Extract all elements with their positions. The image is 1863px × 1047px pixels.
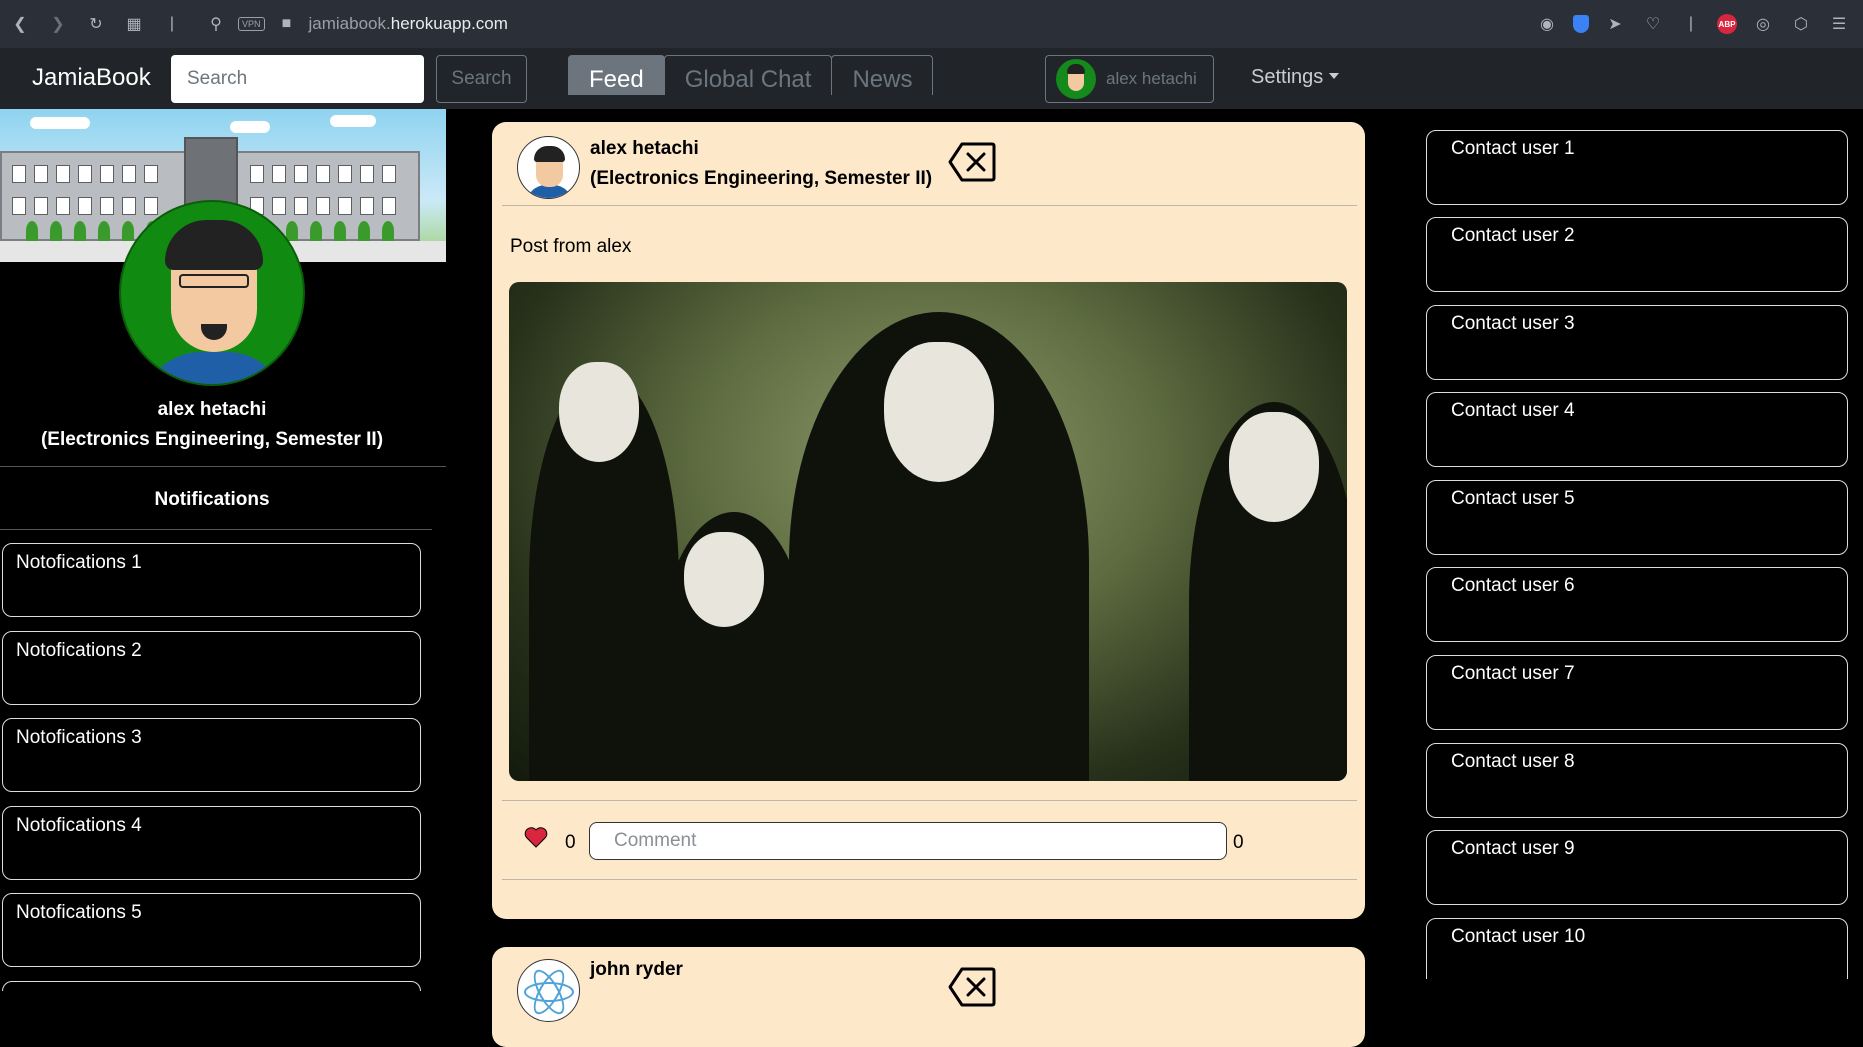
contacts-list: Contact user 1 Contact user 2 Contact us… xyxy=(1426,130,1848,979)
contact-item[interactable]: Contact user 4 xyxy=(1426,392,1848,467)
notification-item[interactable]: Notofications 2 xyxy=(2,631,421,705)
post-author-name[interactable]: alex hetachi xyxy=(590,134,932,164)
profile-name-block: alex hetachi (Electronics Engineering, S… xyxy=(0,395,424,455)
feed-post: john ryder xyxy=(492,947,1365,1047)
heart-icon[interactable] xyxy=(524,826,548,848)
contact-item[interactable]: Contact user 9 xyxy=(1426,830,1848,905)
contact-item[interactable]: Contact user 2 xyxy=(1426,217,1848,292)
delete-post-icon[interactable] xyxy=(948,967,996,1007)
back-icon[interactable]: ❮ xyxy=(8,12,32,36)
app-navbar: JamiaBook Search Feed Global Chat News a… xyxy=(0,48,1863,109)
post-image[interactable] xyxy=(509,282,1347,781)
browser-toolbar: ❮ ❯ ↻ ▦ | ⚲ VPN ■ jamiabook.herokuapp.co… xyxy=(0,0,1863,48)
avatar xyxy=(1056,59,1096,99)
shield-icon[interactable] xyxy=(1573,15,1589,33)
delete-post-icon[interactable] xyxy=(948,142,996,182)
search-button[interactable]: Search xyxy=(436,55,527,103)
divider xyxy=(0,529,432,530)
post-text: Post from alex xyxy=(510,236,632,257)
contact-item[interactable]: Contact user 5 xyxy=(1426,480,1848,555)
profile-avatar[interactable] xyxy=(119,200,305,386)
browser-nav: ❮ ❯ ↻ ▦ | xyxy=(0,12,184,36)
browser-extensions: ◉ ➤ ♡ | ABP ◎ ⬡ ☰ xyxy=(1535,12,1863,36)
vpn-badge[interactable]: VPN xyxy=(238,17,265,31)
separator-icon: | xyxy=(169,15,175,32)
notifications-title: Notifications xyxy=(154,489,270,510)
lock-icon: ■ xyxy=(281,15,292,32)
caret-down-icon xyxy=(1329,73,1340,79)
notification-item[interactable]: Notofications 3 xyxy=(2,718,421,792)
notification-item[interactable]: Notofications 4 xyxy=(2,806,421,880)
notification-item[interactable]: Notofications 1 xyxy=(2,543,421,617)
cube-icon[interactable]: ⬡ xyxy=(1789,12,1813,36)
profile-name: alex hetachi xyxy=(157,399,267,420)
divider xyxy=(502,800,1357,801)
camera-icon[interactable]: ◉ xyxy=(1535,12,1559,36)
url-text[interactable]: jamiabook.herokuapp.com xyxy=(309,14,508,34)
tab-global-chat[interactable]: Global Chat xyxy=(663,55,833,95)
send-icon[interactable]: ➤ xyxy=(1603,12,1627,36)
forward-icon[interactable]: ❯ xyxy=(46,12,70,36)
user-name: alex hetachi xyxy=(1106,69,1197,88)
url-host: herokuapp.com xyxy=(390,14,508,33)
divider xyxy=(502,205,1357,206)
key-icon: ⚲ xyxy=(210,16,222,33)
separator-icon: | xyxy=(1688,15,1694,32)
target-icon[interactable]: ◎ xyxy=(1751,12,1775,36)
divider xyxy=(0,466,446,467)
reload-icon[interactable]: ↻ xyxy=(84,12,108,36)
settings-dropdown[interactable]: Settings xyxy=(1251,66,1340,89)
search-input[interactable] xyxy=(171,55,424,103)
like-count: 0 xyxy=(565,832,576,853)
tab-news[interactable]: News xyxy=(831,55,934,95)
contact-item[interactable]: Contact user 7 xyxy=(1426,655,1848,730)
notification-item[interactable]: Notofications 5 xyxy=(2,893,421,967)
contact-item[interactable]: Contact user 3 xyxy=(1426,305,1848,380)
post-author-avatar[interactable] xyxy=(517,136,580,199)
post-author-block: alex hetachi (Electronics Engineering, S… xyxy=(590,134,932,194)
menu-icon[interactable]: ☰ xyxy=(1827,12,1851,36)
brand-logo[interactable]: JamiaBook xyxy=(32,64,151,92)
tabs-grid-icon[interactable]: ▦ xyxy=(122,12,146,36)
tab-feed[interactable]: Feed xyxy=(568,55,665,95)
address-bar[interactable]: ⚲ VPN ■ jamiabook.herokuapp.com xyxy=(204,12,508,36)
profile-program: (Electronics Engineering, Semester II) xyxy=(40,429,384,450)
contact-item[interactable]: Contact user 6 xyxy=(1426,567,1848,642)
settings-label: Settings xyxy=(1251,66,1324,88)
url-prefix: jamiabook. xyxy=(308,14,391,33)
contact-item[interactable]: Contact user 10 xyxy=(1426,918,1848,979)
contact-item[interactable]: Contact user 8 xyxy=(1426,743,1848,818)
post-author-program: (Electronics Engineering, Semester II) xyxy=(590,168,933,189)
adblock-icon[interactable]: ABP xyxy=(1717,14,1737,34)
user-profile-button[interactable]: alex hetachi xyxy=(1045,55,1214,103)
comment-count: 0 xyxy=(1233,832,1244,853)
heart-outline-icon[interactable]: ♡ xyxy=(1641,12,1665,36)
post-author-name[interactable]: john ryder xyxy=(590,959,683,981)
divider xyxy=(502,879,1357,880)
comment-input[interactable] xyxy=(589,822,1227,860)
contact-item[interactable]: Contact user 1 xyxy=(1426,130,1848,205)
left-sidebar: alex hetachi (Electronics Engineering, S… xyxy=(0,109,446,991)
main-tabs: Feed Global Chat News xyxy=(568,55,934,95)
notification-item[interactable] xyxy=(2,981,421,991)
feed-post: alex hetachi (Electronics Engineering, S… xyxy=(492,122,1365,919)
